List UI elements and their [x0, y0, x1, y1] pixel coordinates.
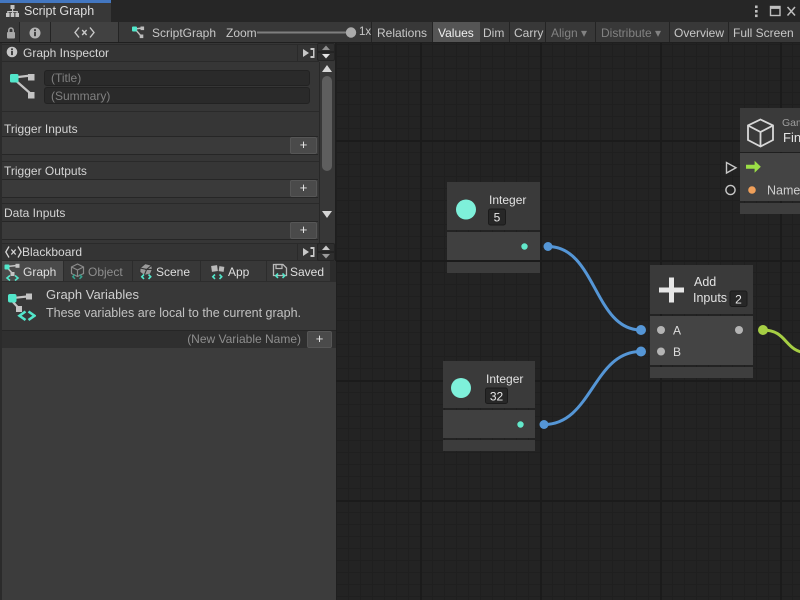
- svg-text:Integer: Integer: [489, 193, 526, 207]
- svg-text:Game: Game: [782, 117, 800, 129]
- svg-text:Name: Name: [767, 184, 800, 198]
- svg-text:Add: Add: [694, 275, 716, 289]
- svg-text:5: 5: [494, 211, 501, 225]
- svg-text:Find: Find: [783, 130, 800, 145]
- svg-text:Integer: Integer: [486, 372, 523, 386]
- svg-text:2: 2: [735, 293, 742, 307]
- svg-text:B: B: [673, 345, 681, 359]
- svg-text:32: 32: [490, 390, 504, 404]
- svg-text:A: A: [673, 324, 681, 338]
- svg-text:Inputs: Inputs: [693, 291, 727, 305]
